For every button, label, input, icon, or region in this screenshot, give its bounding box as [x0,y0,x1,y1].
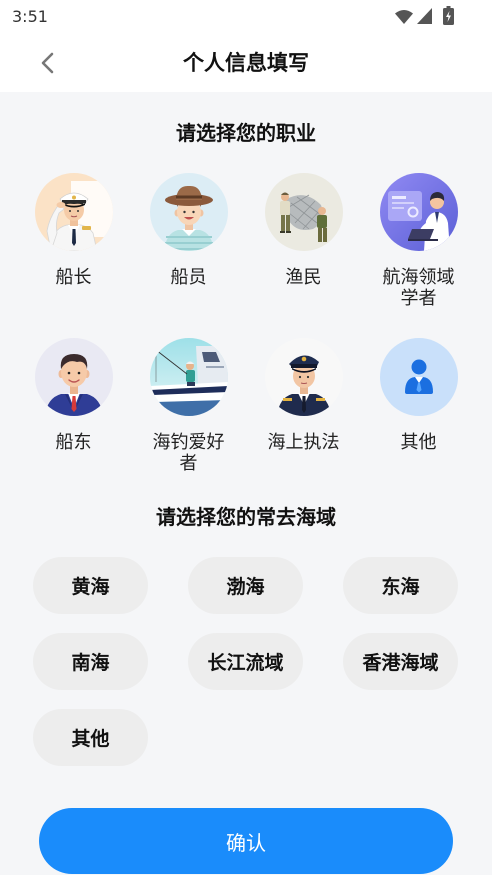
occupation-item-law-enforcement[interactable]: 海上执法 [246,338,361,503]
occupation-item-scholar[interactable]: 航海领域学者 [361,173,476,338]
sea-area-chip-bohai-sea[interactable]: 渤海 [188,557,303,614]
maritime-law-enforcement-avatar [264,338,343,416]
occupation-label: 船长 [55,267,92,288]
confirm-button[interactable]: 确认 [39,808,453,874]
status-time: 3:51 [12,7,48,26]
battery-charging-icon [443,6,454,25]
sea-angler-avatar [149,338,228,416]
screen: 3:51 个人信息填写 请选择您的职业 船长 船员 渔民 航海领域学者 船东 海… [0,0,492,875]
occupation-item-other[interactable]: 其他 [361,338,476,503]
sea-area-chip-other[interactable]: 其他 [33,709,148,766]
status-bar: 3:51 [0,0,492,34]
header: 个人信息填写 [0,34,492,92]
sea-area-chip-yangtze-basin[interactable]: 长江流域 [188,633,303,690]
occupation-label: 其他 [400,432,437,453]
occupation-item-sea-angler[interactable]: 海钓爱好者 [131,338,246,503]
sea-area-chip-yellow-sea[interactable]: 黄海 [33,557,148,614]
occupation-item-ship-owner[interactable]: 船东 [16,338,131,503]
occupation-item-crew[interactable]: 船员 [131,173,246,338]
chevron-left-icon [41,52,54,74]
occupation-label: 船东 [55,432,92,453]
ship-owner-avatar [34,338,113,416]
wifi-icon [395,10,413,24]
other-person-icon [379,338,458,416]
ship-crew-avatar [149,173,228,251]
occupation-label: 海上执法 [267,432,340,453]
fishermen-avatar [264,173,343,251]
cellular-signal-icon [417,8,432,24]
occupation-item-fisherman[interactable]: 渔民 [246,173,361,338]
ship-captain-avatar [34,173,113,251]
sea-area-section-title: 请选择您的常去海域 [156,505,336,529]
maritime-scholar-avatar [379,173,458,251]
sea-area-chip-south-china-sea[interactable]: 南海 [33,633,148,690]
back-button[interactable] [28,43,68,83]
occupation-item-captain[interactable]: 船长 [16,173,131,338]
occupation-label: 航海领域学者 [382,267,455,309]
occupation-label: 渔民 [285,267,322,288]
occupation-grid: 船长 船员 渔民 航海领域学者 船东 海钓爱好者 海上执法 其他 [16,173,476,503]
sea-area-chip-east-china-sea[interactable]: 东海 [343,557,458,614]
occupation-label: 船员 [170,267,207,288]
sea-area-chip-hong-kong-waters[interactable]: 香港海域 [343,633,458,690]
sea-area-options: 黄海 渤海 东海 南海 长江流域 香港海域 其他 [33,557,458,766]
page-title: 个人信息填写 [183,51,309,75]
occupation-label: 海钓爱好者 [152,432,225,474]
occupation-section-title: 请选择您的职业 [176,121,316,145]
